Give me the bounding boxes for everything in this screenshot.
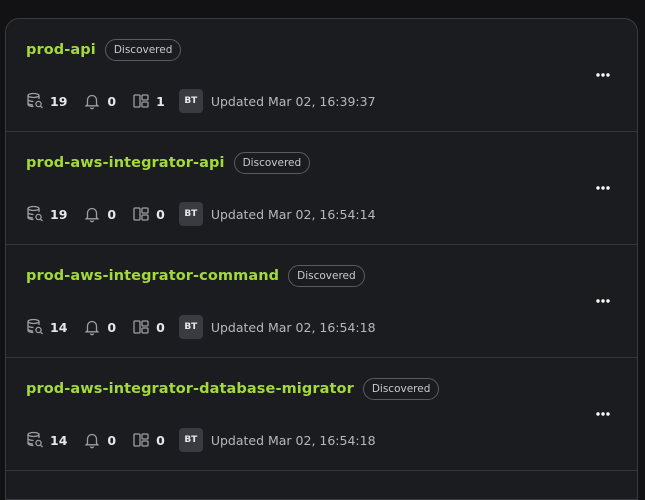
avatar[interactable]: BT <box>178 428 203 452</box>
alerts-count: 0 <box>107 93 117 109</box>
service-meta: 14 0 0 BT Updated Mar 02, 16:54:18 <box>26 315 376 339</box>
layout-grid-icon <box>132 318 150 336</box>
alerts-count: 0 <box>107 432 117 448</box>
components-stat: 1 <box>132 92 165 110</box>
service-meta: 19 0 1 BT Updated Mar 02, 16:39:37 <box>26 89 376 113</box>
row-menu-button[interactable] <box>591 63 615 87</box>
avatar[interactable]: BT <box>178 89 203 113</box>
databases-stat: 14 <box>26 318 67 336</box>
service-name-link[interactable]: prod-aws-integrator-database-migrator <box>26 381 354 397</box>
database-search-icon <box>26 205 44 223</box>
alerts-stat: 0 <box>83 92 116 110</box>
avatar[interactable]: BT <box>178 202 203 226</box>
alerts-count: 0 <box>107 206 117 222</box>
updated-timestamp: Updated Mar 02, 16:39:37 <box>210 93 376 109</box>
status-badge: Discovered <box>362 378 440 400</box>
database-search-icon <box>26 92 44 110</box>
updated-timestamp: Updated Mar 02, 16:54:18 <box>210 319 376 335</box>
components-count: 0 <box>156 206 165 222</box>
layout-grid-icon <box>132 205 150 223</box>
bell-icon <box>83 318 101 336</box>
service-title-line: prod-api Discovered <box>26 39 182 61</box>
row-menu-button[interactable] <box>591 402 615 426</box>
more-horizontal-icon <box>595 411 611 417</box>
databases-count: 19 <box>50 93 68 109</box>
alerts-stat: 0 <box>83 318 116 336</box>
row-menu-button[interactable] <box>591 176 615 200</box>
databases-stat: 19 <box>26 205 67 223</box>
service-name-link[interactable]: prod-api <box>26 42 96 58</box>
more-horizontal-icon <box>595 72 611 78</box>
components-stat: 0 <box>132 318 165 336</box>
service-name-link[interactable]: prod-aws-integrator-api <box>26 155 225 171</box>
databases-stat: 14 <box>26 431 67 449</box>
databases-count: 14 <box>50 432 68 448</box>
bell-icon <box>83 92 101 110</box>
components-count: 0 <box>156 319 165 335</box>
status-badge: Discovered <box>104 39 182 61</box>
databases-count: 14 <box>50 319 68 335</box>
service-meta: 14 0 0 BT Updated Mar 02, 16:54:18 <box>26 428 376 452</box>
service-name-link[interactable]: prod-aws-integrator-command <box>26 268 279 284</box>
service-list: prod-api Discovered 19 0 1 BT Updated Ma… <box>5 18 638 500</box>
alerts-stat: 0 <box>83 205 116 223</box>
updated-timestamp: Updated Mar 02, 16:54:14 <box>210 206 376 222</box>
service-row[interactable]: prod-aws-integrator-api Discovered 19 0 … <box>6 132 637 245</box>
more-horizontal-icon <box>595 298 611 304</box>
more-horizontal-icon <box>595 185 611 191</box>
service-row[interactable]: prod-aws-integrator-database-migrator Di… <box>6 358 637 471</box>
components-stat: 0 <box>132 431 165 449</box>
alerts-stat: 0 <box>83 431 116 449</box>
databases-count: 19 <box>50 206 68 222</box>
updated-timestamp: Updated Mar 02, 16:54:18 <box>210 432 376 448</box>
bell-icon <box>83 431 101 449</box>
database-search-icon <box>26 431 44 449</box>
service-meta: 19 0 0 BT Updated Mar 02, 16:54:14 <box>26 202 376 226</box>
service-title-line: prod-aws-integrator-database-migrator Di… <box>26 378 440 400</box>
row-menu-button[interactable] <box>591 289 615 313</box>
service-title-line: prod-aws-integrator-command Discovered <box>26 265 365 287</box>
components-count: 1 <box>156 93 165 109</box>
service-row[interactable]: prod-aws-integrator-command Discovered 1… <box>6 245 637 358</box>
components-count: 0 <box>156 432 165 448</box>
database-search-icon <box>26 318 44 336</box>
alerts-count: 0 <box>107 319 117 335</box>
bell-icon <box>83 205 101 223</box>
avatar[interactable]: BT <box>178 315 203 339</box>
databases-stat: 19 <box>26 92 67 110</box>
status-badge: Discovered <box>288 265 365 287</box>
layout-grid-icon <box>132 431 150 449</box>
layout-grid-icon <box>132 92 150 110</box>
service-title-line: prod-aws-integrator-api Discovered <box>26 152 311 174</box>
components-stat: 0 <box>132 205 165 223</box>
status-badge: Discovered <box>233 152 311 174</box>
service-row[interactable]: prod-api Discovered 19 0 1 BT Updated Ma… <box>6 19 637 132</box>
